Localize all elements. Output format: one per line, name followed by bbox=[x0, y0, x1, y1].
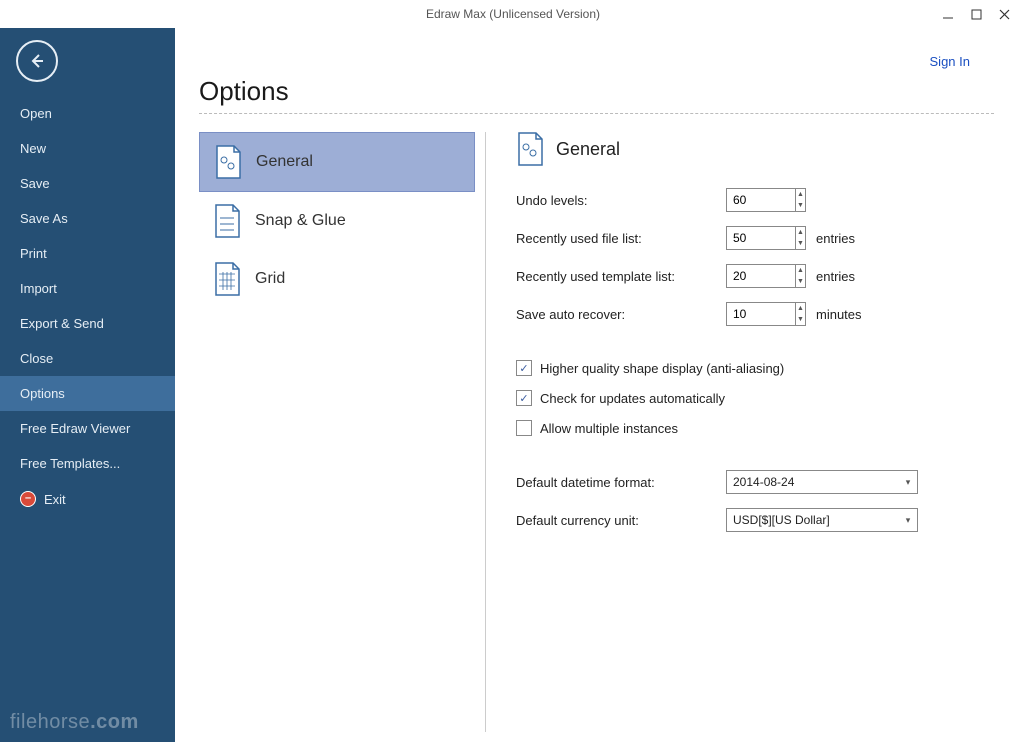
snap-glue-icon bbox=[213, 204, 241, 238]
spinner-down-icon[interactable]: ▼ bbox=[796, 314, 805, 325]
updates-checkbox[interactable]: ✓ bbox=[516, 390, 532, 406]
multi-instance-checkbox[interactable] bbox=[516, 420, 532, 436]
exit-icon: – bbox=[20, 491, 36, 507]
undo-levels-label: Undo levels: bbox=[516, 193, 726, 208]
tab-snap-glue[interactable]: Snap & Glue bbox=[199, 192, 475, 250]
auto-recover-input[interactable]: ▲▼ bbox=[726, 302, 806, 326]
antialias-checkbox[interactable]: ✓ bbox=[516, 360, 532, 376]
grid-icon bbox=[213, 262, 241, 296]
minimize-button[interactable] bbox=[940, 6, 956, 22]
sign-in-link[interactable]: Sign In bbox=[930, 54, 970, 69]
sidebar-item-free-templates[interactable]: Free Templates... bbox=[0, 446, 175, 481]
sidebar-item-save[interactable]: Save bbox=[0, 166, 175, 201]
auto-recover-label: Save auto recover: bbox=[516, 307, 726, 322]
tab-grid[interactable]: Grid bbox=[199, 250, 475, 308]
tab-general[interactable]: General bbox=[199, 132, 475, 192]
page-title: Options bbox=[199, 76, 994, 107]
sidebar-item-new[interactable]: New bbox=[0, 131, 175, 166]
sidebar-item-print[interactable]: Print bbox=[0, 236, 175, 271]
spinner-down-icon[interactable]: ▼ bbox=[796, 276, 805, 287]
recent-templates-input[interactable]: ▲▼ bbox=[726, 264, 806, 288]
back-button[interactable] bbox=[16, 40, 58, 82]
options-tabs: General Snap & Glue Grid bbox=[199, 132, 486, 732]
multi-instance-label: Allow multiple instances bbox=[540, 421, 678, 436]
sidebar-item-open[interactable]: Open bbox=[0, 96, 175, 131]
spinner-up-icon[interactable]: ▲ bbox=[796, 189, 805, 200]
datetime-format-select[interactable]: 2014-08-24 ▾ bbox=[726, 470, 918, 494]
sidebar-item-import[interactable]: Import bbox=[0, 271, 175, 306]
sidebar-item-export-send[interactable]: Export & Send bbox=[0, 306, 175, 341]
sidebar-item-free-viewer[interactable]: Free Edraw Viewer bbox=[0, 411, 175, 446]
updates-label: Check for updates automatically bbox=[540, 391, 725, 406]
chevron-down-icon: ▾ bbox=[899, 509, 917, 531]
sidebar-item-exit[interactable]: – Exit bbox=[0, 481, 175, 517]
sidebar: Open New Save Save As Print Import Expor… bbox=[0, 28, 175, 742]
general-section-icon bbox=[516, 132, 544, 166]
currency-unit-label: Default currency unit: bbox=[516, 513, 726, 528]
recent-templates-label: Recently used template list: bbox=[516, 269, 726, 284]
window-title: Edraw Max (Unlicensed Version) bbox=[86, 7, 940, 21]
antialias-label: Higher quality shape display (anti-alias… bbox=[540, 361, 784, 376]
maximize-button[interactable] bbox=[968, 6, 984, 22]
spinner-down-icon[interactable]: ▼ bbox=[796, 200, 805, 211]
recent-files-label: Recently used file list: bbox=[516, 231, 726, 246]
spinner-down-icon[interactable]: ▼ bbox=[796, 238, 805, 249]
undo-levels-input[interactable]: ▲▼ bbox=[726, 188, 806, 212]
general-icon bbox=[214, 145, 242, 179]
close-button[interactable] bbox=[996, 6, 1012, 22]
sidebar-item-close[interactable]: Close bbox=[0, 341, 175, 376]
tab-label: General bbox=[256, 153, 313, 171]
divider bbox=[199, 113, 994, 114]
tab-label: Snap & Glue bbox=[255, 212, 346, 230]
titlebar: Edraw Max (Unlicensed Version) bbox=[0, 0, 1024, 28]
watermark: filehorse.com bbox=[10, 711, 139, 734]
spinner-up-icon[interactable]: ▲ bbox=[796, 303, 805, 314]
section-title: General bbox=[556, 139, 620, 160]
chevron-down-icon: ▾ bbox=[899, 471, 917, 493]
sidebar-item-options[interactable]: Options bbox=[0, 376, 175, 411]
currency-unit-select[interactable]: USD[$][US Dollar] ▾ bbox=[726, 508, 918, 532]
datetime-format-label: Default datetime format: bbox=[516, 475, 726, 490]
recent-files-input[interactable]: ▲▼ bbox=[726, 226, 806, 250]
spinner-up-icon[interactable]: ▲ bbox=[796, 265, 805, 276]
spinner-up-icon[interactable]: ▲ bbox=[796, 227, 805, 238]
tab-label: Grid bbox=[255, 270, 285, 288]
sidebar-item-save-as[interactable]: Save As bbox=[0, 201, 175, 236]
